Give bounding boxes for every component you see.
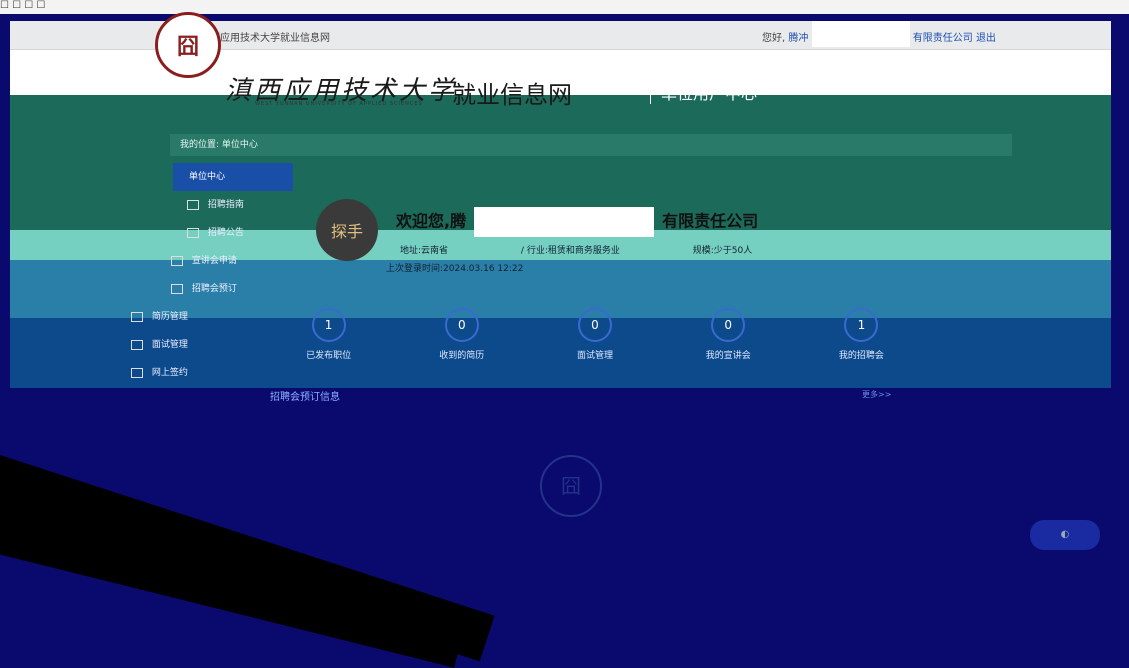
stat-count: 0 <box>444 308 479 342</box>
list-icon <box>187 199 199 210</box>
user-area: 您好, 腾冲 有限责任公司 退出 <box>762 21 996 47</box>
stat-label: 已发布职位 <box>306 351 352 361</box>
breadcrumb-label: 我的位置: <box>180 140 220 150</box>
stat-count: 1 <box>844 308 879 342</box>
stat-label: 面试管理 <box>577 351 614 361</box>
stat-job-fairs[interactable]: 1 我的招聘会 <box>795 300 928 370</box>
company-avatar: 探手 <box>316 199 378 261</box>
sidebar-item-label: 招聘会预订 <box>191 284 237 294</box>
sidebar-item-label: 招聘公告 <box>207 228 244 238</box>
section-title: 招聘会预订信息 <box>270 392 340 403</box>
center-title: 单位用户中心 <box>650 80 757 104</box>
last-login: 上次登录时间:2024.03.16 12:22 <box>386 264 524 274</box>
stat-resumes[interactable]: 0 收到的简历 <box>395 300 528 370</box>
breadcrumb-current[interactable]: 单位中心 <box>222 140 258 150</box>
breadcrumb: 我的位置: 单位中心 <box>170 134 1012 156</box>
sidebar-item-label: 宣讲会申请 <box>191 256 237 266</box>
greeting: 欢迎您,腾 有限责任公司 <box>396 207 758 237</box>
stat-count: 0 <box>711 308 746 342</box>
stat-posted-jobs[interactable]: 1 已发布职位 <box>262 300 395 370</box>
sidebar-item-label: 简历管理 <box>151 312 188 322</box>
sidebar-item-label: 单位中心 <box>189 172 226 182</box>
sidebar-item-label: 招聘指南 <box>207 200 244 210</box>
footer-emblem-icon: 囧 <box>540 455 602 517</box>
sidebar-item-job-fair[interactable]: 招聘会预订 <box>115 275 293 303</box>
sidebar-item-label: 面试管理 <box>151 340 188 350</box>
user-name-link[interactable]: 腾冲 <box>788 33 808 44</box>
user-company-link[interactable]: 有限责任公司 <box>913 33 973 44</box>
university-logo: 囧 <box>155 12 221 78</box>
company-address: 地址:云南省 <box>400 246 449 256</box>
company-info: 地址:云南省 / 行业:租赁和商务服务业 规模:少于50人 <box>400 243 822 256</box>
stat-label: 我的招聘会 <box>838 351 884 361</box>
company-industry: / 行业:租赁和商务服务业 <box>520 246 620 256</box>
sidebar-item-presentation[interactable]: 宣讲会申请 <box>115 247 293 275</box>
logout-link[interactable]: 退出 <box>976 33 996 44</box>
list-icon <box>131 367 143 378</box>
site-title: 就业信息网 <box>452 81 572 109</box>
sidebar-item-announcement[interactable]: 招聘公告 <box>115 219 293 247</box>
list-icon <box>131 339 143 350</box>
stat-interviews[interactable]: 0 面试管理 <box>528 300 661 370</box>
school-name-en: WEST YUNNAN UNIVERSITY OF APPLIED SCIENC… <box>255 101 423 107</box>
bookmark-item[interactable]: ☐ ☐ ☐ ☐ <box>0 0 45 11</box>
stats-panel: 1 已发布职位 0 收到的简历 0 面试管理 0 我的宣讲会 1 我的招聘会 <box>262 300 928 370</box>
bookmarks-bar: ☐ ☐ ☐ ☐ <box>0 0 1129 14</box>
list-icon <box>171 283 183 294</box>
stat-label: 收到的简历 <box>439 351 485 361</box>
chat-widget-icon[interactable]: ◐ <box>1030 520 1100 550</box>
list-icon <box>131 311 143 322</box>
more-link[interactable]: 更多>> <box>862 389 891 400</box>
list-icon <box>187 227 199 238</box>
stat-count: 0 <box>578 308 612 342</box>
company-scale: 规模:少于50人 <box>692 246 753 256</box>
sidebar-item-label: 网上签约 <box>151 368 188 378</box>
redaction-box <box>474 207 655 237</box>
greeting-text: 欢迎您,腾 <box>396 211 467 231</box>
stat-count: 1 <box>311 308 346 342</box>
redaction-box <box>811 21 910 47</box>
greeting-prefix: 您好, <box>762 33 786 44</box>
company-suffix: 有限责任公司 <box>662 211 759 231</box>
sidebar-item-guide[interactable]: 招聘指南 <box>115 191 293 219</box>
stat-presentations[interactable]: 0 我的宣讲会 <box>662 300 795 370</box>
profile-card: 探手 欢迎您,腾 有限责任公司 地址:云南省 / 行业:租赁和商务服务业 规模:少… <box>300 163 1000 293</box>
sidebar-item-unit-center[interactable]: 单位中心 <box>173 163 293 191</box>
stat-label: 我的宣讲会 <box>705 351 751 361</box>
list-icon <box>171 255 183 266</box>
